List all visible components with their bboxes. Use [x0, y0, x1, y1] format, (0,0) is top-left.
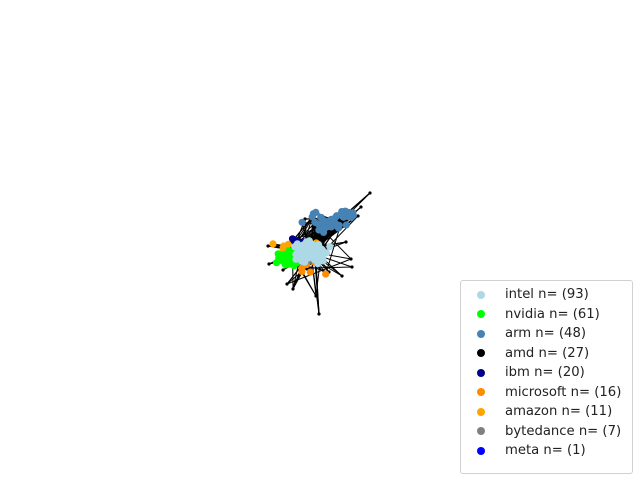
node-intel [294, 243, 302, 251]
legend-item-meta: meta n= (1) [461, 441, 632, 461]
node-amd [285, 282, 289, 286]
node-amd [267, 262, 271, 266]
legend-marker-amd [477, 349, 485, 358]
legend-marker-microsoft [477, 388, 485, 397]
node-amd [317, 312, 321, 316]
node-intel [326, 243, 334, 251]
legend-item-amd: amd n= (27) [461, 344, 632, 364]
legend-label-arm: arm n= (48) [505, 326, 586, 342]
legend-item-bytedance: bytedance n= (7) [461, 422, 632, 442]
node-nvidia [275, 256, 283, 264]
node-microsoft [322, 270, 330, 278]
legend-label-intel: intel n= (93) [505, 287, 589, 303]
node-arm [342, 221, 350, 229]
legend-item-microsoft: microsoft n= (16) [461, 383, 632, 403]
legend-label-nvidia: nvidia n= (61) [505, 306, 600, 322]
node-intel [318, 246, 326, 254]
node-amazon [269, 240, 277, 248]
legend-marker-ibm [477, 368, 485, 377]
node-layer [266, 191, 372, 316]
legend-marker-intel [477, 290, 485, 299]
node-arm [335, 224, 343, 232]
node-amd [359, 205, 363, 209]
legend-label-ibm: ibm n= (20) [505, 365, 585, 381]
node-arm [320, 225, 328, 233]
legend-marker-arm [477, 329, 485, 338]
node-amd [314, 294, 318, 298]
legend-label-bytedance: bytedance n= (7) [505, 423, 622, 439]
node-intel [302, 238, 311, 246]
node-arm [349, 211, 357, 220]
node-arm [342, 208, 350, 216]
node-arm [298, 218, 306, 226]
node-arm [327, 215, 335, 223]
legend-item-arm: arm n= (48) [461, 324, 632, 344]
node-amd [291, 287, 295, 291]
legend-marker-bytedance [477, 427, 485, 436]
node-intel [301, 245, 309, 253]
node-amd [266, 244, 270, 248]
node-arm [312, 208, 320, 216]
legend-item-ibm: ibm n= (20) [461, 363, 632, 383]
node-amd [281, 268, 285, 272]
node-amd [368, 191, 372, 195]
node-arm [320, 217, 328, 225]
legend-item-intel: intel n= (93) [461, 285, 632, 305]
node-arm [327, 223, 335, 231]
legend-marker-meta [477, 446, 485, 455]
node-amd [294, 279, 298, 283]
legend-marker-nvidia [477, 310, 485, 319]
legend-marker-amazon [477, 407, 485, 416]
node-amd [340, 274, 344, 278]
node-microsoft [306, 268, 314, 276]
legend-label-meta: meta n= (1) [505, 443, 586, 459]
node-amd [350, 265, 354, 269]
legend-item-amazon: amazon n= (11) [461, 402, 632, 422]
legend-label-microsoft: microsoft n= (16) [505, 384, 622, 400]
node-amd [344, 240, 348, 244]
node-amd [349, 257, 353, 261]
legend-item-nvidia: nvidia n= (61) [461, 305, 632, 325]
node-intel [305, 252, 313, 260]
legend-label-amazon: amazon n= (11) [505, 404, 613, 420]
legend: intel n= (93) nvidia n= (61) arm n= (48)… [460, 280, 633, 474]
legend-label-amd: amd n= (27) [505, 345, 590, 361]
